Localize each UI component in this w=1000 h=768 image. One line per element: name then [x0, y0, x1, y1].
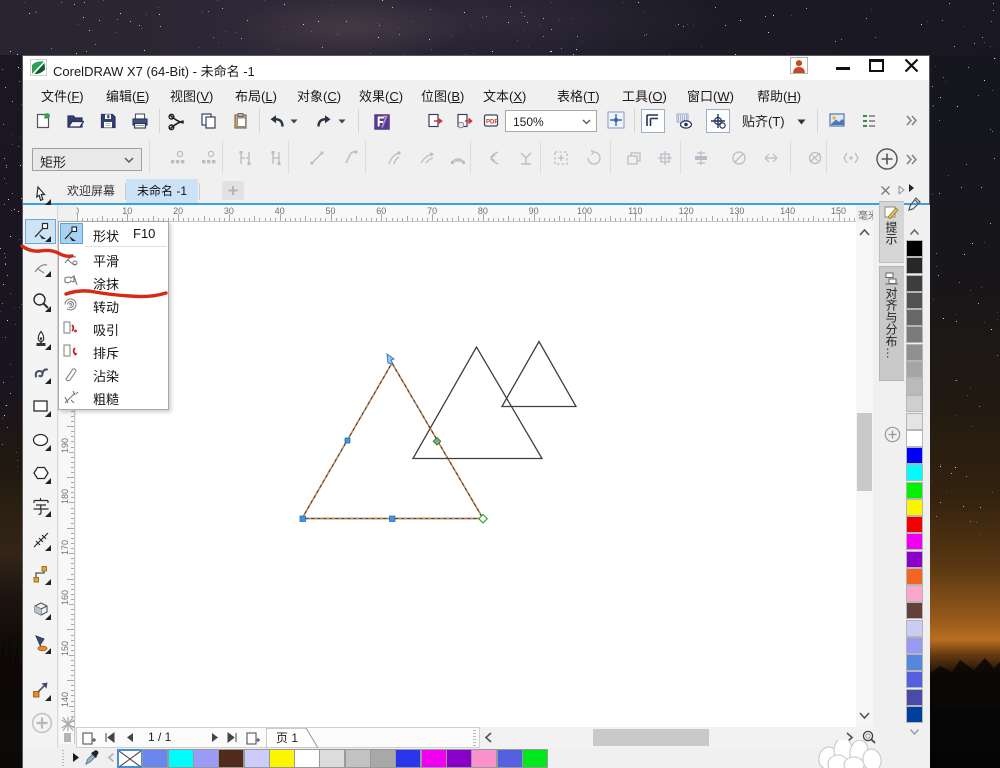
svg-text:页 1: 页 1 — [276, 731, 298, 745]
svg-text:PDF: PDF — [486, 120, 498, 126]
